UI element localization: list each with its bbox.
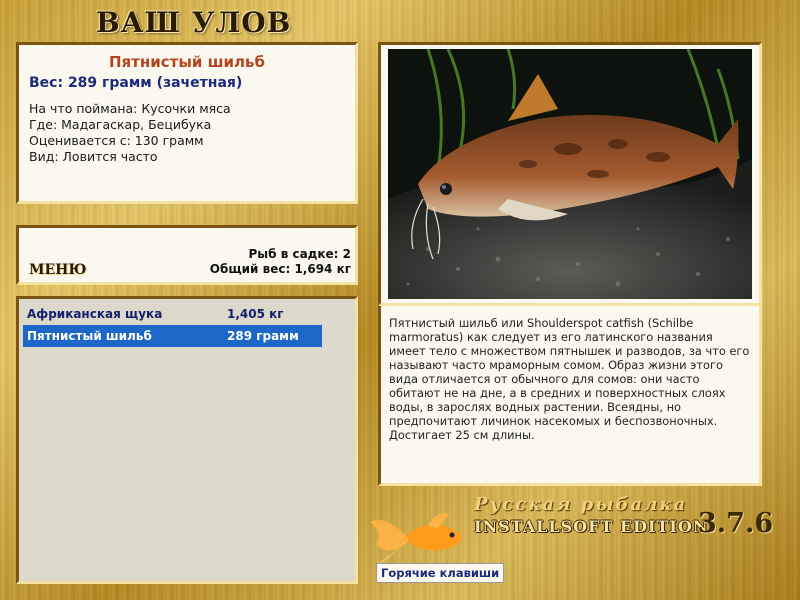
frequency-info: Вид: Ловится часто — [29, 149, 158, 164]
fish-weight: Вес: 289 грамм (зачетная) — [29, 75, 243, 91]
min-weight-info: Оценивается с: 130 грамм — [29, 133, 204, 148]
hotkeys-button[interactable]: Горячие клавиши — [376, 563, 505, 583]
brand-title: Русская рыбалка — [474, 494, 688, 515]
menu-button[interactable]: МЕНЮ — [29, 262, 86, 278]
bait-info: На что поймана: Кусочки мяса — [29, 101, 231, 116]
list-item-name: Пятнистый шильб — [27, 329, 152, 343]
photo-frame — [378, 42, 762, 306]
total-weight: Общий вес: 1,694 кг — [209, 262, 351, 276]
list-item-weight: 289 грамм — [227, 329, 299, 343]
fish-count: Рыб в садке: 2 — [248, 247, 352, 261]
goldfish-logo — [366, 504, 476, 570]
location-info: Где: Мадагаскар, Бецибука — [29, 117, 212, 132]
version-number: 3.7.6 — [698, 508, 774, 539]
cage-panel: МЕНЮ Рыб в садке: 2 Общий вес: 1,694 кг — [16, 225, 358, 285]
brand-edition: INSTALLSOFT EDITION — [474, 517, 709, 536]
fish-description: Пятнистый шильб или Shoulderspot catfish… — [389, 316, 750, 442]
list-item[interactable]: Африканская щука 1,405 кг — [23, 303, 322, 325]
list-item-weight: 1,405 кг — [227, 307, 284, 321]
list-item-selected[interactable]: Пятнистый шильб 289 грамм — [23, 325, 322, 347]
page-title: ВАШ УЛОВ — [96, 6, 292, 39]
fish-name: Пятнистый шильб — [108, 53, 266, 71]
catch-list: Африканская щука 1,405 кг Пятнистый шиль… — [16, 296, 358, 584]
description-panel: Пятнистый шильб или Shoulderspot catfish… — [378, 306, 762, 486]
fish-info-panel: Пятнистый шильб Вес: 289 грамм (зачетная… — [16, 42, 358, 204]
fish-photo — [388, 49, 752, 299]
list-item-name: Африканская щука — [27, 307, 163, 321]
